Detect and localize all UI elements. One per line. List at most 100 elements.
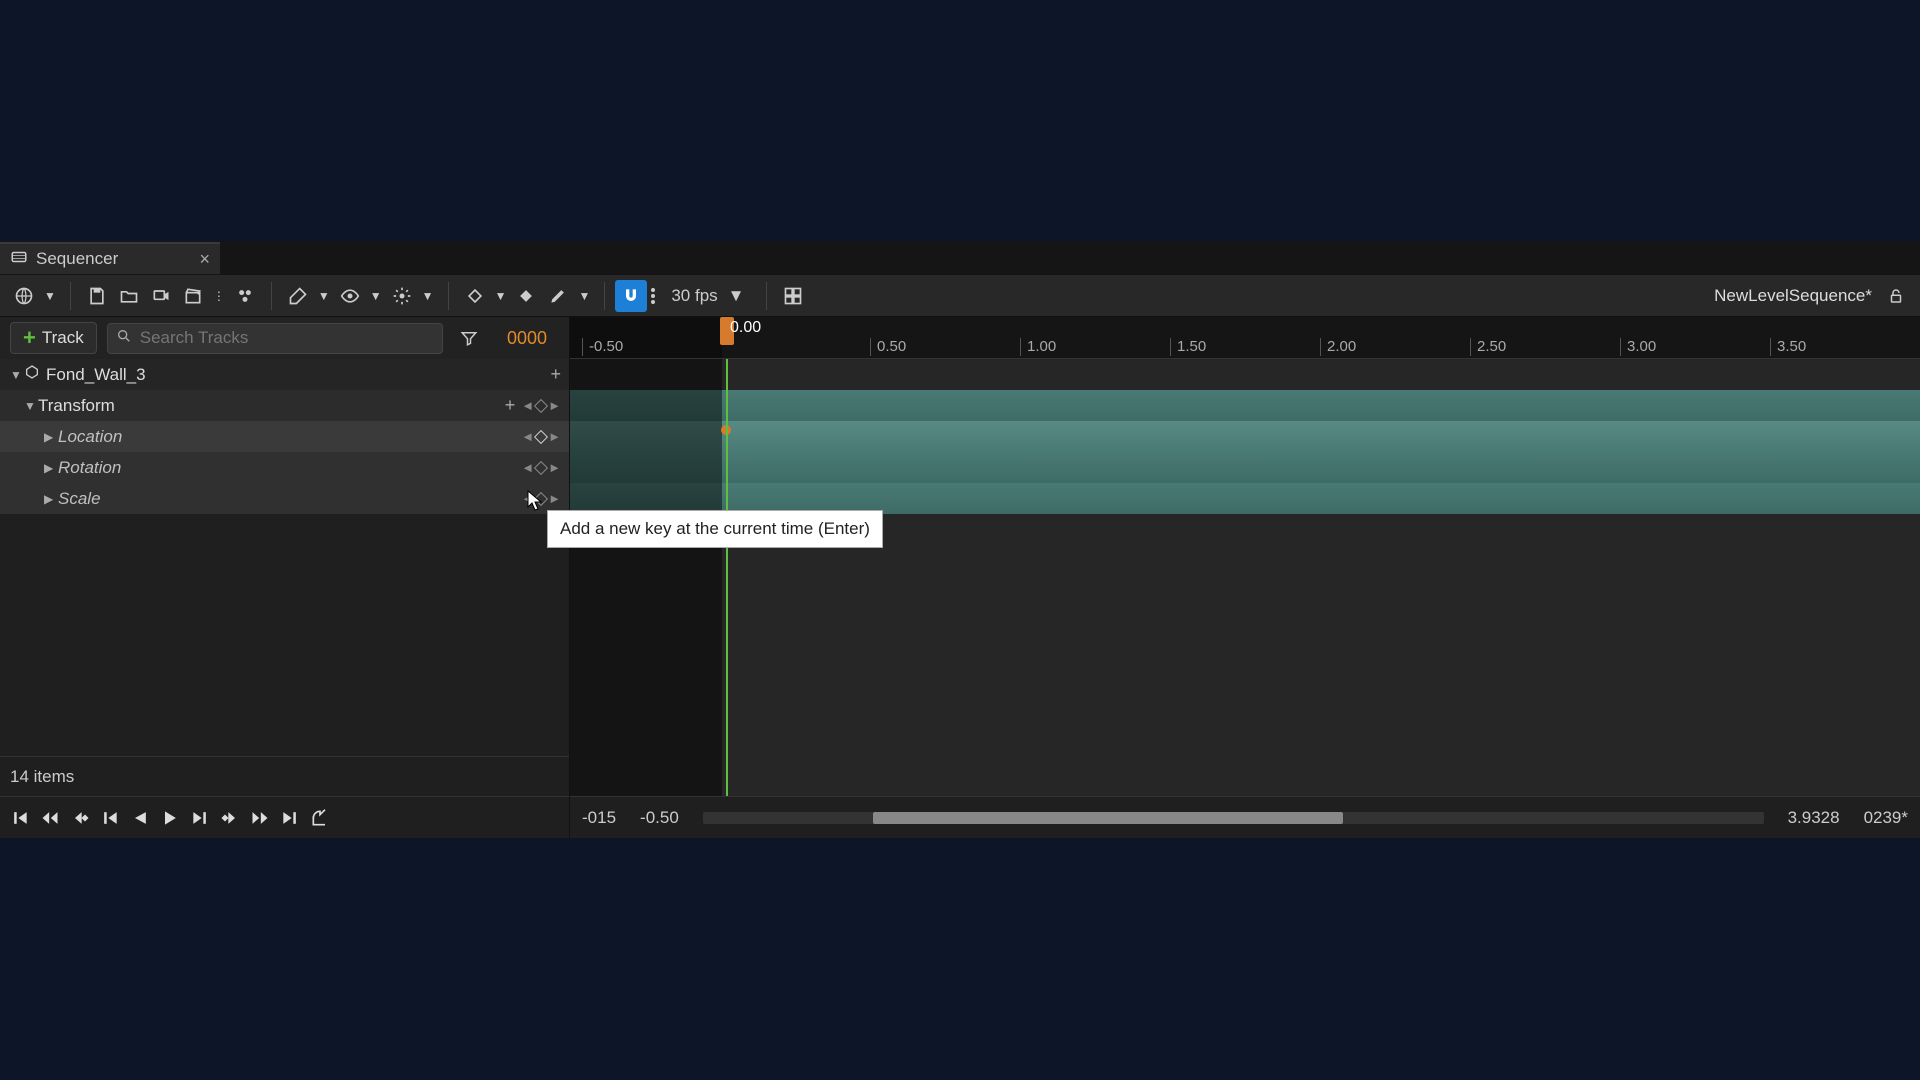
world-button[interactable]: ▼ (8, 280, 60, 312)
actor-label: Fond_Wall_3 (46, 365, 550, 385)
ruler-tick: 1.50 (1170, 338, 1206, 356)
ruler-tick: 3.50 (1770, 338, 1806, 356)
item-count-label: 14 items (10, 767, 74, 787)
actor-track-row[interactable]: ▼ Fond_Wall_3 + (0, 359, 569, 390)
expand-icon[interactable]: ▶ (44, 430, 58, 444)
mouse-cursor (527, 490, 543, 517)
tab-title: Sequencer (36, 249, 118, 269)
range-thumb[interactable] (873, 812, 1343, 824)
range-start-frame[interactable]: -015 (582, 808, 616, 828)
save-button[interactable] (81, 280, 113, 312)
location-label: Location (58, 427, 521, 447)
add-key-button[interactable] (534, 460, 548, 474)
play-reverse-button[interactable] (130, 808, 150, 828)
range-scrollbar[interactable] (703, 812, 1764, 824)
track-tree: ▼ Fond_Wall_3 + ▼ Transform + ◄► ▶ Locat… (0, 359, 569, 756)
tab-close-button[interactable]: × (199, 249, 210, 270)
browse-button[interactable] (113, 280, 145, 312)
plus-icon: + (23, 327, 36, 349)
auto-key-button[interactable] (510, 280, 542, 312)
tab-bar: Sequencer × (0, 241, 1920, 275)
sequencer-icon (10, 248, 28, 271)
time-ruler[interactable]: 0.00 -0.50 0.50 1.00 1.50 2.00 2.50 3.00… (570, 317, 1920, 359)
range-end-frame[interactable]: 0239* (1864, 808, 1908, 828)
rotation-track-row[interactable]: ▶ Rotation ◄► (0, 452, 569, 483)
step-forward-key-button[interactable] (220, 808, 240, 828)
playback-dropdown[interactable]: ▼ (386, 280, 438, 312)
add-key-button[interactable] (534, 429, 548, 443)
edit-mode-dropdown[interactable]: ▼ (542, 280, 594, 312)
step-back-button[interactable] (100, 808, 120, 828)
go-to-end-button[interactable] (280, 808, 300, 828)
sequence-name-label: NewLevelSequence* (1714, 286, 1880, 306)
render-button[interactable] (145, 280, 177, 312)
expand-icon[interactable]: ▼ (24, 399, 38, 413)
jump-back-button[interactable] (40, 808, 60, 828)
ruler-tick: 1.00 (1020, 338, 1056, 356)
snap-toggle[interactable] (615, 280, 647, 312)
ruler-tick: 0.50 (870, 338, 906, 356)
search-icon (116, 328, 132, 349)
track-outliner: + Track 0000 ▼ Fond_Wall_3 + ▼ (0, 317, 570, 838)
scale-track-row[interactable]: ▶ Scale ◄► (0, 483, 569, 514)
prev-key-button[interactable]: ◄ (521, 429, 534, 444)
jump-forward-button[interactable] (250, 808, 270, 828)
search-tracks-field[interactable] (107, 323, 443, 354)
fps-label: 30 fps (671, 286, 717, 306)
step-forward-button[interactable] (190, 808, 210, 828)
next-key-button[interactable]: ► (548, 491, 561, 506)
location-track-row[interactable]: ▶ Location ◄ ► (0, 421, 569, 452)
next-key-button[interactable]: ► (548, 460, 561, 475)
actions-button[interactable] (229, 280, 261, 312)
key-mode-dropdown[interactable]: ▼ (459, 280, 511, 312)
location-clip[interactable] (570, 421, 1920, 452)
next-key-button[interactable]: ► (548, 429, 561, 444)
transform-track-row[interactable]: ▼ Transform + ◄► (0, 390, 569, 421)
add-section-button[interactable]: + (550, 364, 561, 385)
view-dropdown[interactable]: ▼ (334, 280, 386, 312)
add-key-tooltip: Add a new key at the current time (Enter… (547, 510, 883, 548)
current-frame-field[interactable]: 0000 (495, 328, 559, 349)
chevron-down-icon: ▼ (728, 286, 745, 306)
add-section-button[interactable]: + (505, 395, 516, 416)
snap-options-button[interactable] (651, 288, 659, 304)
transform-clip[interactable] (570, 390, 1920, 421)
outliner-footer: 14 items (0, 756, 569, 796)
tracks-area[interactable] (570, 359, 1920, 796)
transport-controls (0, 796, 569, 838)
key-nav: ◄► (521, 460, 561, 475)
range-end-time[interactable]: 3.9328 (1788, 808, 1840, 828)
prev-key-button[interactable]: ◄ (521, 460, 534, 475)
ruler-tick: -0.50 (582, 338, 623, 356)
timeline-area: 0.00 -0.50 0.50 1.00 1.50 2.00 2.50 3.00… (570, 317, 1920, 838)
range-start-time[interactable]: -0.50 (640, 808, 679, 828)
track-lane[interactable] (570, 359, 1920, 390)
add-track-label: Track (42, 328, 84, 348)
range-bar: -015 -0.50 3.9328 0239* (570, 796, 1920, 838)
add-key-button[interactable] (534, 398, 548, 412)
key-nav: ◄► (521, 398, 561, 413)
next-key-button[interactable]: ► (548, 398, 561, 413)
add-track-button[interactable]: + Track (10, 322, 97, 354)
rotation-clip[interactable] (570, 452, 1920, 483)
lock-button[interactable] (1880, 280, 1912, 312)
fps-dropdown[interactable]: 30 fps ▼ (659, 286, 756, 306)
expand-icon[interactable]: ▶ (44, 461, 58, 475)
step-back-key-button[interactable] (70, 808, 90, 828)
scale-label: Scale (58, 489, 521, 509)
rotation-label: Rotation (58, 458, 521, 478)
go-to-start-button[interactable] (10, 808, 30, 828)
curve-editor-button[interactable] (777, 280, 809, 312)
director-button[interactable]: ⋮ (177, 280, 229, 312)
playhead-line (726, 359, 728, 796)
actions-dropdown[interactable]: ▼ (282, 280, 334, 312)
sequencer-tab[interactable]: Sequencer × (0, 242, 220, 274)
play-button[interactable] (160, 808, 180, 828)
expand-icon[interactable]: ▼ (10, 368, 24, 382)
filter-button[interactable] (453, 322, 485, 354)
prev-key-button[interactable]: ◄ (521, 398, 534, 413)
loop-button[interactable] (310, 808, 330, 828)
transform-label: Transform (38, 396, 505, 416)
expand-icon[interactable]: ▶ (44, 492, 58, 506)
search-input[interactable] (140, 328, 434, 348)
